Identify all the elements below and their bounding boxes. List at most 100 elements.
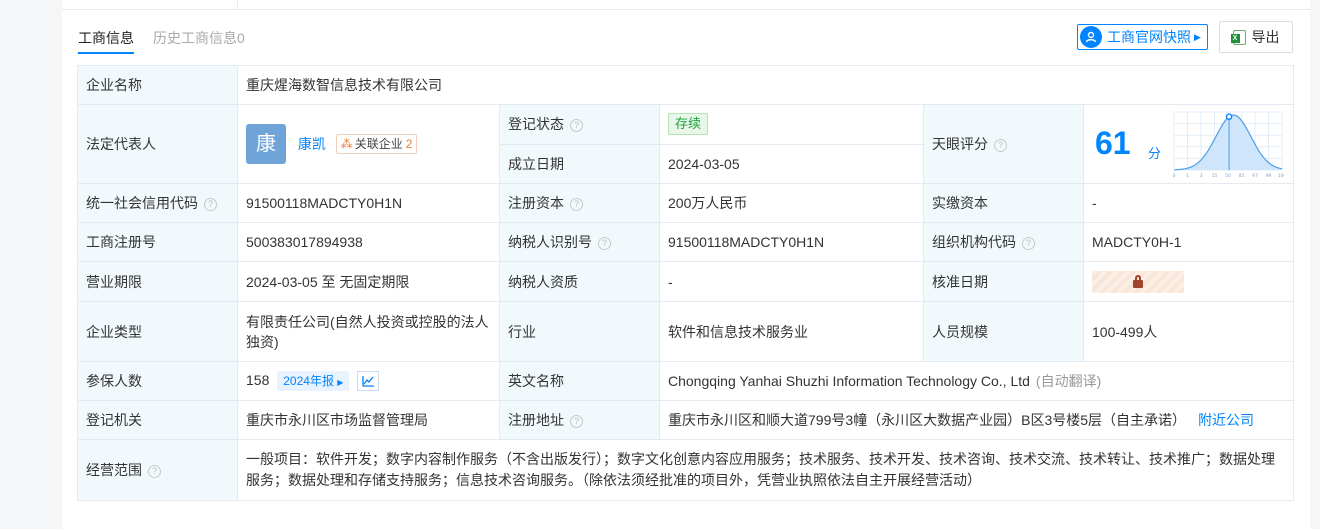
export-button[interactable]: 导出 xyxy=(1219,21,1293,53)
reg-no: 500383017894938 xyxy=(237,222,500,262)
annual-report-tag[interactable]: 2024年报 ▶ xyxy=(277,370,350,391)
company-name: 重庆煋海数智信息技术有限公司 xyxy=(236,65,1295,105)
help-icon[interactable]: ? xyxy=(1022,237,1035,250)
rating-cell[interactable]: 61 分 0 1 3 15 50 85 97 99 100 xyxy=(1082,104,1295,184)
address-cell: 重庆市永川区和顺大道799号3幢（永川区大数据产业园）B区3号楼5层（自主承诺）… xyxy=(658,400,1295,440)
rating-distribution-chart: 0 1 3 15 50 85 97 99 100 xyxy=(1173,111,1284,178)
insured-cell: 158 2024年报 ▶ xyxy=(237,361,500,401)
help-icon[interactable]: ? xyxy=(994,139,1007,152)
caret-right-icon: ▶ xyxy=(1194,31,1201,42)
help-icon[interactable]: ? xyxy=(570,198,583,211)
term-label: 营业期限 xyxy=(77,261,238,302)
network-icon: ⁂ xyxy=(340,137,353,151)
tick-label: 85 xyxy=(1239,173,1245,178)
rating-unit: 分 xyxy=(1148,146,1162,161)
row-company-name: 企业名称 重庆煋海数智信息技术有限公司 xyxy=(77,65,1295,105)
reg-status-label: 登记状态 xyxy=(508,116,564,133)
auto-translate-note: (自动翻译) xyxy=(1035,373,1102,389)
found-date-label: 成立日期 xyxy=(499,143,660,184)
row-insured: 参保人数 158 2024年报 ▶ 英文名称 Chongqing Yanhai … xyxy=(77,361,1295,401)
excel-icon xyxy=(1230,29,1246,45)
scope-label: 经营范围 xyxy=(86,462,142,478)
industry: 软件和信息技术服务业 xyxy=(659,301,924,362)
annual-report-year: 2024年报 xyxy=(283,373,334,388)
found-date: 2024-03-05 xyxy=(659,143,924,184)
reg-capital-label: 注册资本 xyxy=(508,195,564,211)
business-info-table: 企业名称 重庆煋海数智信息技术有限公司 法定代表人 康 康凯 ⁂ 关联企业 2 登记… xyxy=(77,65,1295,501)
score-marker xyxy=(1225,113,1233,120)
help-icon[interactable]: ? xyxy=(598,237,611,250)
help-icon[interactable]: ? xyxy=(204,198,217,211)
help-icon[interactable]: ? xyxy=(570,415,583,428)
top-bar xyxy=(62,0,1310,10)
address-label-cell: 注册地址? xyxy=(499,400,660,440)
address-label: 注册地址 xyxy=(508,412,564,428)
business-scope: 一般项目：软件开发；数字内容制作服务（不含出版发行）；数字文化创意内容应用服务；… xyxy=(236,439,1295,501)
taxpayer-id-label-cell: 纳税人识别号? xyxy=(499,222,660,262)
official-snapshot-label: 工商官网快照 xyxy=(1107,29,1191,45)
reg-capital-label-cell: 注册资本? xyxy=(499,183,660,223)
tab-history-business-info[interactable]: 历史工商信息0 xyxy=(153,28,245,48)
rating-label-cell: 天眼评分? xyxy=(923,104,1084,184)
trend-chart-icon[interactable] xyxy=(357,371,380,392)
org-code-label-cell: 组织机构代码? xyxy=(923,222,1084,262)
related-companies-count: 2 xyxy=(405,137,413,151)
rating-score: 61 xyxy=(1095,125,1131,161)
legal-rep-label: 法定代表人 xyxy=(77,104,238,184)
taxpayer-qual: - xyxy=(659,261,924,302)
taxpayer-qual-label: 纳税人资质 xyxy=(499,261,660,302)
approval-date-label: 核准日期 xyxy=(923,261,1084,302)
top-divider xyxy=(237,0,238,10)
staff-size: 100-499人 xyxy=(1082,301,1295,362)
row-legal-rep-1: 法定代表人 康 康凯 ⁂关联企业2 登记状态? 存续 天眼评分? 61 分 xyxy=(77,104,1295,184)
scope-label-cell: 经营范围? xyxy=(77,439,238,501)
related-companies-badge[interactable]: ⁂ 关联企业 2 xyxy=(335,134,418,154)
rating-label: 天眼评分 xyxy=(932,136,988,152)
row-reg-no: 工商注册号 500383017894938 纳税人识别号? 91500118MA… xyxy=(77,222,1295,262)
user-shield-icon xyxy=(1080,26,1102,48)
official-snapshot-button[interactable]: 工商官网快照 ▶ xyxy=(1077,24,1208,50)
taxpayer-id-label: 纳税人识别号 xyxy=(508,234,592,250)
related-companies-label: 关联企业 xyxy=(354,137,403,151)
company-name-label: 企业名称 xyxy=(77,65,238,105)
export-label: 导出 xyxy=(1251,29,1280,45)
industry-label: 行业 xyxy=(499,301,660,362)
row-company-type: 企业类型 有限责任公司(自然人投资或控股的法人独资) 行业 软件和信息技术服务业… xyxy=(77,301,1295,362)
reg-status-cell: 存续 xyxy=(659,104,924,145)
help-icon[interactable]: ? xyxy=(148,465,161,478)
english-name-cell: Chongqing Yanhai Shuzhi Information Tech… xyxy=(658,361,1295,401)
credit-code-label-cell: 统一社会信用代码? xyxy=(77,183,238,223)
row-authority: 登记机关 重庆市永川区市场监督管理局 注册地址? 重庆市永川区和顺大道799号3… xyxy=(77,400,1295,440)
english-name: Chongqing Yanhai Shuzhi Information Tech… xyxy=(668,373,1030,389)
reg-no-label: 工商注册号 xyxy=(77,222,238,262)
tick-label: 50 xyxy=(1225,173,1231,178)
help-icon[interactable]: ? xyxy=(570,119,583,133)
avatar[interactable]: 康 xyxy=(246,124,286,164)
paid-capital-label: 实缴资本 xyxy=(923,183,1084,223)
row-credit-code: 统一社会信用代码? 91500118MADCTY0H1N 注册资本? 200万人… xyxy=(77,183,1295,223)
nearby-companies-link[interactable]: 附近公司 xyxy=(1198,412,1254,428)
insured-count: 158 xyxy=(246,371,270,388)
taxpayer-id: 91500118MADCTY0H1N xyxy=(659,222,924,262)
tick-label: 97 xyxy=(1252,173,1258,178)
staff-size-label: 人员规模 xyxy=(923,301,1084,362)
tick-label: 1 xyxy=(1186,173,1189,178)
reg-capital: 200万人民币 xyxy=(659,183,924,223)
english-name-label: 英文名称 xyxy=(499,361,660,401)
row-term: 营业期限 2024-03-05 至 无固定期限 纳税人资质 - 核准日期 xyxy=(77,261,1295,302)
authority-label: 登记机关 xyxy=(77,400,238,440)
status-badge: 存续 xyxy=(668,113,709,136)
tick-label: 100 xyxy=(1278,173,1284,178)
legal-rep-cell: 康 康凯 ⁂ 关联企业 2 xyxy=(237,104,500,184)
tick-label: 99 xyxy=(1266,173,1272,178)
legal-rep-name[interactable]: 康凯 xyxy=(298,136,326,152)
term: 2024-03-05 至 无固定期限 xyxy=(237,261,500,302)
locked-value[interactable] xyxy=(1092,270,1184,293)
tab-business-info[interactable]: 工商信息 xyxy=(78,28,134,54)
tick-label: 3 xyxy=(1200,173,1203,178)
company-type: 有限责任公司(自然人投资或控股的法人独资) xyxy=(237,301,500,362)
reg-status-label-cell: 登记状态? xyxy=(499,104,660,145)
insured-label: 参保人数 xyxy=(77,361,238,401)
address: 重庆市永川区和顺大道799号3幢（永川区大数据产业园）B区3号楼5层（自主承诺） xyxy=(668,412,1187,428)
credit-code-label: 统一社会信用代码 xyxy=(86,195,198,211)
